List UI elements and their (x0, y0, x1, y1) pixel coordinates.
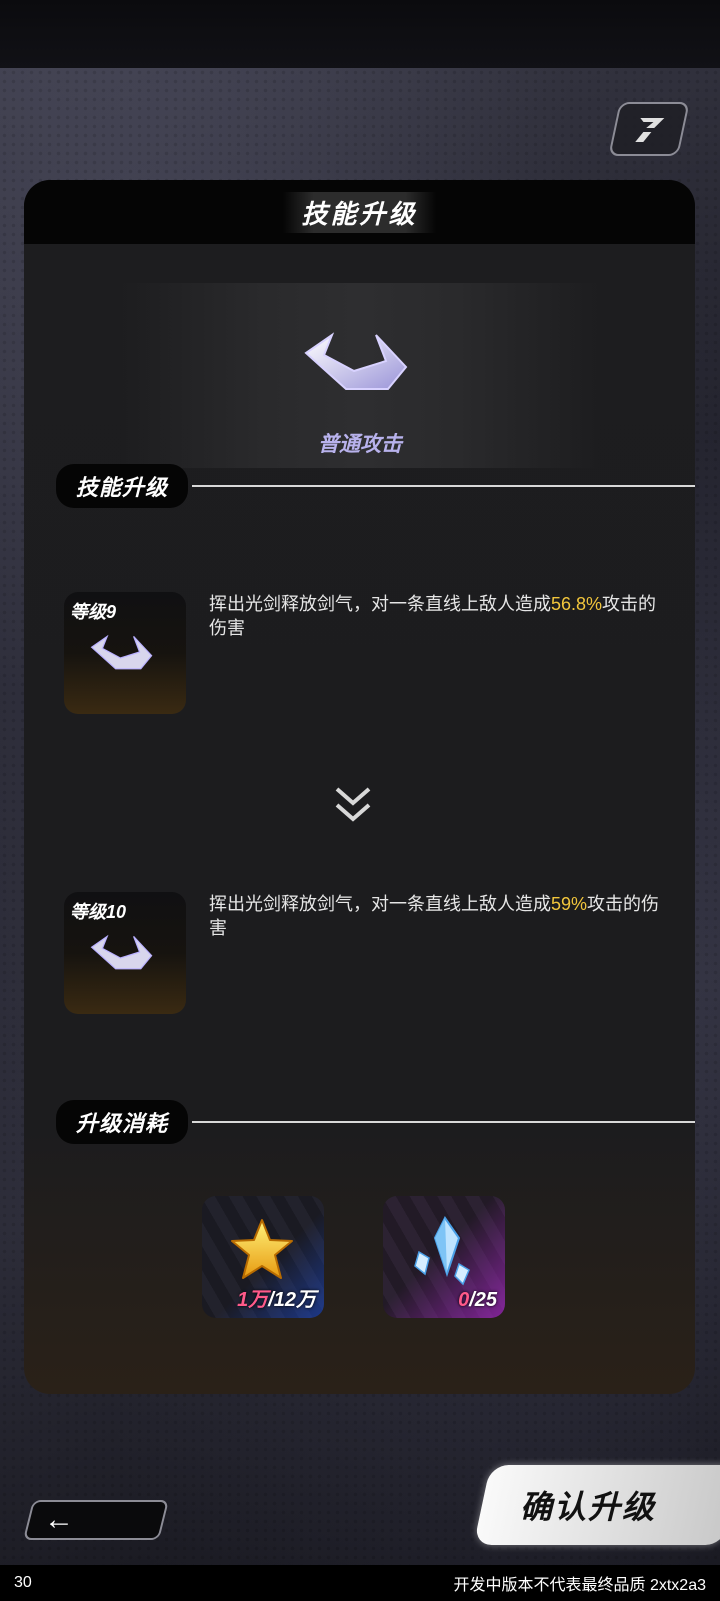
current-level-tag: 等级9 (70, 602, 117, 622)
cost-section-label: 升级消耗 (56, 1100, 189, 1144)
divider (192, 485, 695, 487)
crystal-icon (414, 1216, 470, 1286)
share-button[interactable] (608, 102, 690, 156)
confirm-upgrade-label[interactable]: 确认升级 (520, 1482, 656, 1528)
double-chevron-down-icon (335, 787, 371, 822)
next-level-icon: 等级10 (64, 892, 186, 1014)
next-level-tag: 等级10 (70, 902, 127, 922)
skill-hero: 普通攻击 (120, 283, 600, 468)
back-button[interactable]: ← (23, 1500, 169, 1540)
sword-slash-icon (90, 634, 153, 670)
current-level-description: 挥出光剑释放剑气，对一条直线上敌人造成56.8%攻击的伤害 (209, 594, 657, 638)
cost-item-coin[interactable]: 1万/12万 (202, 1196, 324, 1318)
sword-slash-icon (90, 934, 153, 970)
upgrade-section-header: 技能升级 (56, 464, 695, 508)
skill-upgrade-panel: 技能升级 普通攻击 技能升级 等级9 挥出光剑释放剑气，对一条直线上敌人造成56… (24, 180, 695, 1394)
divider (192, 1121, 695, 1123)
star-coin-icon (231, 1219, 293, 1279)
skill-name: 普通攻击 (318, 433, 402, 456)
footer-left-text: 30 (14, 1574, 32, 1591)
sword-slash-icon (304, 332, 408, 390)
upgrade-section-label: 技能升级 (56, 464, 189, 508)
back-arrow-icon: ← (44, 1503, 74, 1536)
share-icon (635, 118, 665, 142)
panel-header: 技能升级 (24, 180, 695, 244)
cost-section-header: 升级消耗 (56, 1100, 695, 1144)
next-level-description: 挥出光剑释放剑气，对一条直线上敌人造成59%攻击的伤害 (209, 894, 660, 938)
coin-count: 1万/12万 (237, 1289, 316, 1311)
panel-title: 技能升级 (283, 191, 436, 233)
current-level-icon: 等级9 (64, 592, 186, 714)
cost-item-crystal[interactable]: 0/25 (383, 1196, 505, 1318)
footer-right-text: 开发中版本不代表最终品质 2xtx2a3 (453, 1577, 707, 1594)
top-bar (0, 0, 720, 68)
crystal-count: 0/25 (458, 1289, 497, 1311)
debug-footer: 30 开发中版本不代表最终品质 2xtx2a3 (0, 1565, 720, 1601)
